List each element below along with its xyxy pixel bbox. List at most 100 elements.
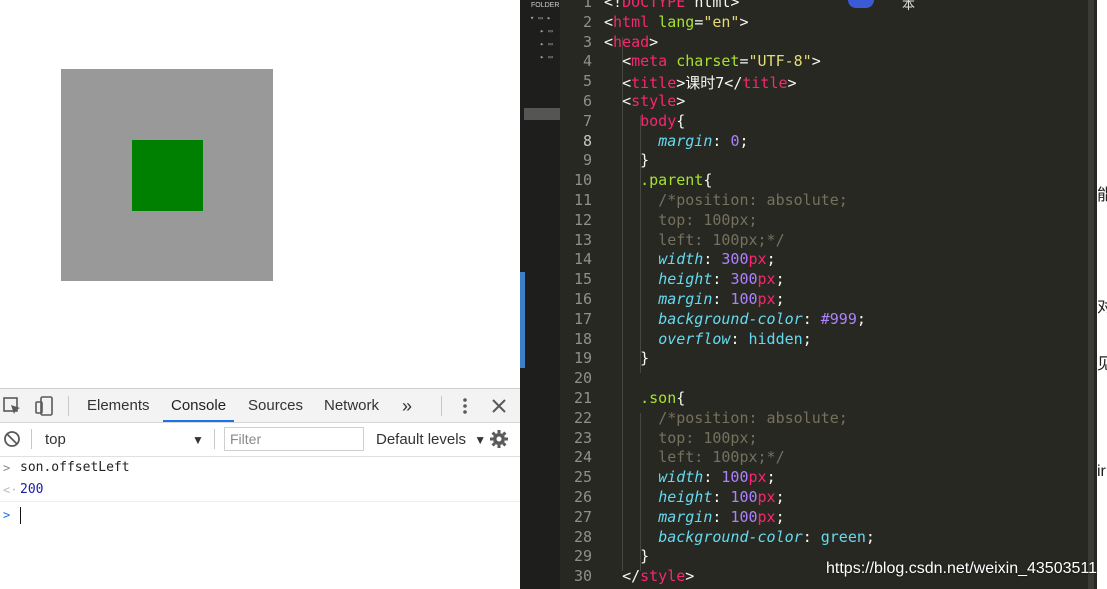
console-result-entry: <· 200 <box>0 479 520 501</box>
browser-panel: Elements Console Sources Network » top ▼ <box>0 0 520 589</box>
filter-input[interactable]: Filter <box>224 427 364 451</box>
code-line[interactable]: .parent{ <box>604 171 712 189</box>
tab-network[interactable]: Network <box>316 389 387 422</box>
line-number: 4 <box>582 52 592 71</box>
code-line[interactable]: height: 100px; <box>604 488 784 506</box>
tab-sources[interactable]: Sources <box>240 389 311 422</box>
filter-placeholder: Filter <box>230 431 262 447</box>
context-selector-value: top <box>45 431 66 448</box>
code-line[interactable]: <title>课时7</title> <box>604 72 797 93</box>
clear-console-icon[interactable] <box>1 428 23 450</box>
code-area[interactable]: <!DOCTYPE html> <html lang="en"> <head> <m… <box>604 0 1094 589</box>
code-line[interactable]: background-color: #999; <box>604 310 866 328</box>
code-line[interactable]: <!DOCTYPE html> <box>604 0 739 11</box>
chevron-down-icon: ▼ <box>474 433 487 447</box>
line-number: 25 <box>573 468 592 487</box>
inspect-element-icon[interactable] <box>1 395 23 417</box>
code-line[interactable]: width: 300px; <box>604 250 775 268</box>
code-line[interactable]: .son{ <box>604 389 685 407</box>
code-line[interactable]: margin: 100px; <box>604 290 784 308</box>
code-line[interactable]: <style> <box>604 92 685 110</box>
sliver-text: ir <box>1097 463 1106 480</box>
code-line[interactable]: } <box>604 151 649 169</box>
device-toolbar-icon[interactable] <box>33 395 55 417</box>
console-result: 200 <box>20 482 44 497</box>
line-number: 3 <box>582 32 592 51</box>
code-line[interactable]: height: 300px; <box>604 270 784 288</box>
code-line[interactable]: left: 100px;*/ <box>604 448 784 466</box>
chevron-left-icon: <· <box>3 483 18 497</box>
line-number: 11 <box>573 191 592 209</box>
parent-box[interactable] <box>61 69 273 281</box>
son-box[interactable] <box>132 140 203 211</box>
line-number: 28 <box>573 527 592 546</box>
log-levels-dropdown[interactable]: Default levels ▼ <box>376 429 486 451</box>
tab-console[interactable]: Console <box>163 389 235 422</box>
console-prompt[interactable]: > <box>0 501 520 528</box>
kebab-menu-icon[interactable] <box>454 395 476 417</box>
watermark-url: https://blog.csdn.net/weixin_43503511 <box>826 560 1098 577</box>
toolbar-divider <box>441 396 442 416</box>
page-viewport <box>0 0 520 388</box>
line-number: 21 <box>573 389 592 407</box>
code-line[interactable]: </style> <box>604 567 694 585</box>
line-number: 10 <box>573 171 592 190</box>
toolbar-divider <box>214 429 215 449</box>
code-line[interactable]: } <box>604 547 649 565</box>
code-line[interactable]: <head> <box>604 33 658 51</box>
code-line[interactable]: top: 100px; <box>604 429 757 447</box>
code-line[interactable]: body{ <box>604 112 685 130</box>
folder-tree-item[interactable]: ▸ ▭ <box>540 27 553 35</box>
code-editor: FOLDER ▾ ▭ ▸ ▸ ▭ ▸ ▭ ▸ ▭ 1 2 3 4 5 6 7 8 9 10 11 12… <box>520 0 1097 589</box>
folder-tree-item[interactable]: ▸ ▭ <box>540 40 553 48</box>
toolbar-divider <box>68 396 69 416</box>
sidebar-selection-marker <box>520 272 525 368</box>
gear-icon[interactable] <box>488 428 510 450</box>
line-number: 13 <box>573 230 592 249</box>
chevron-right-icon: > <box>3 461 11 475</box>
line-number: 8 <box>582 131 592 150</box>
line-number: 20 <box>573 369 592 388</box>
sliver-text: 见 <box>1097 356 1107 373</box>
close-icon[interactable] <box>488 395 510 417</box>
code-line[interactable]: /*position: absolute; <box>604 409 848 427</box>
toolbar-divider <box>31 429 32 449</box>
text-caret <box>20 507 21 524</box>
code-line[interactable]: <html lang="en"> <box>604 13 749 31</box>
code-line[interactable]: margin: 100px; <box>604 508 784 526</box>
line-number: 22 <box>573 408 592 427</box>
console-input-entry: > son.offsetLeft <box>0 457 520 479</box>
line-number: 29 <box>573 547 592 566</box>
line-number: 9 <box>582 151 592 170</box>
code-line[interactable]: overflow: hidden; <box>604 330 812 348</box>
folder-tree-item[interactable]: ▸ ▭ <box>540 53 553 61</box>
sliver-text: 能 <box>1097 187 1107 204</box>
line-number: 1 <box>582 0 592 11</box>
editor-scrollbar[interactable] <box>1088 0 1094 589</box>
code-line[interactable]: } <box>604 349 649 367</box>
code-line[interactable]: background-color: green; <box>604 528 875 546</box>
devtools-tab-bar: Elements Console Sources Network » <box>0 389 520 423</box>
line-number: 14 <box>573 250 592 269</box>
line-number-gutter: 1 2 3 4 5 6 7 8 9 10 11 12 13 14 15 16 17 18 19 20 21 22 23 24 2… <box>560 0 600 589</box>
line-number: 16 <box>573 290 592 308</box>
context-selector[interactable]: top ▼ <box>36 429 206 451</box>
code-line[interactable]: /*position: absolute; <box>604 191 848 209</box>
tab-elements[interactable]: Elements <box>79 389 158 422</box>
code-line[interactable]: <meta charset="UTF-8"> <box>604 52 821 70</box>
line-number: 7 <box>582 111 592 130</box>
folder-tree-item[interactable]: ▾ ▭ ▸ <box>530 14 551 22</box>
logo-icon <box>848 0 874 8</box>
sliver-text: 对 <box>1097 299 1107 316</box>
line-number: 12 <box>573 210 592 229</box>
line-number: 23 <box>573 428 592 447</box>
editor-header-text: 本 <box>902 0 916 12</box>
more-tabs-button[interactable]: » <box>394 389 420 422</box>
background-page-sliver: 能 对 见 ir <box>1097 0 1107 589</box>
code-line[interactable]: top: 100px; <box>604 211 757 229</box>
line-number: 26 <box>573 488 592 506</box>
code-line[interactable]: margin: 0; <box>604 132 748 150</box>
console-command: son.offsetLeft <box>20 460 130 475</box>
code-line[interactable]: width: 100px; <box>604 468 775 486</box>
code-line[interactable]: left: 100px;*/ <box>604 231 784 249</box>
